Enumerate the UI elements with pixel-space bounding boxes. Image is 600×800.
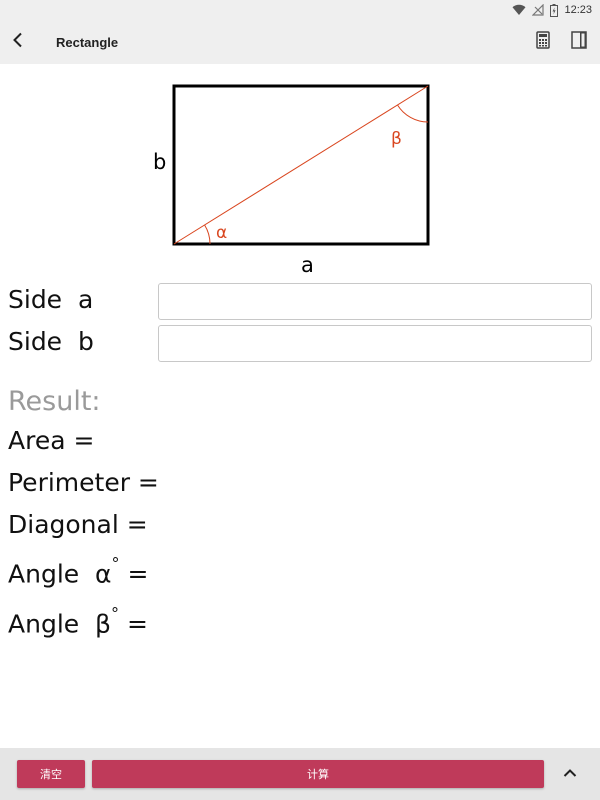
alpha-label: α [216, 223, 227, 243]
wifi-icon [512, 4, 526, 16]
bottom-bar: 清空 计算 [0, 748, 600, 800]
chevron-up-icon [563, 765, 577, 783]
equals-sign: = [119, 559, 149, 589]
alpha-arc [204, 224, 211, 245]
area-result: Area = [8, 426, 95, 455]
angle-alpha-label: Angle α [8, 559, 112, 589]
side-b-row: Side b [0, 325, 600, 365]
calculate-button[interactable]: 计算 [92, 760, 544, 788]
side-a-label: a [301, 253, 314, 277]
page-title: Rectangle [56, 34, 119, 50]
beta-arc [397, 104, 429, 123]
side-b-label: b [153, 150, 166, 174]
angle-alpha-result: Angle α° = [8, 554, 149, 589]
side-a-label-text: Side a [8, 285, 94, 314]
clear-button[interactable]: 清空 [17, 760, 85, 788]
side-a-input[interactable] [158, 283, 592, 320]
diagonal-result: Diagonal = [8, 510, 148, 539]
angle-beta-label: Angle β [8, 609, 111, 639]
degree-symbol: ° [111, 604, 119, 623]
calculator-icon [536, 30, 550, 54]
result-title: Result: [8, 386, 101, 417]
back-button[interactable] [0, 20, 36, 64]
diagonal-line [173, 85, 429, 245]
side-panel-icon [571, 30, 587, 54]
calculator-button[interactable] [532, 30, 554, 54]
degree-symbol: ° [111, 554, 120, 573]
side-panel-button[interactable] [568, 30, 590, 54]
status-bar: 12:23 [0, 0, 600, 20]
side-b-label-text: Side b [8, 327, 94, 356]
beta-label: β [391, 129, 402, 149]
side-b-input[interactable] [158, 325, 592, 362]
perimeter-result: Perimeter = [8, 468, 159, 497]
chevron-left-icon [12, 32, 24, 53]
no-signal-icon [532, 4, 545, 16]
expand-button[interactable] [556, 762, 584, 786]
app-bar: Rectangle [0, 20, 600, 64]
battery-charging-icon [550, 3, 559, 17]
side-a-row: Side a [0, 283, 600, 323]
status-time: 12:23 [564, 4, 592, 16]
rectangle-diagram: α β b a [153, 84, 430, 277]
angle-beta-result: Angle β° = [8, 604, 148, 639]
equals-sign: = [119, 609, 148, 639]
